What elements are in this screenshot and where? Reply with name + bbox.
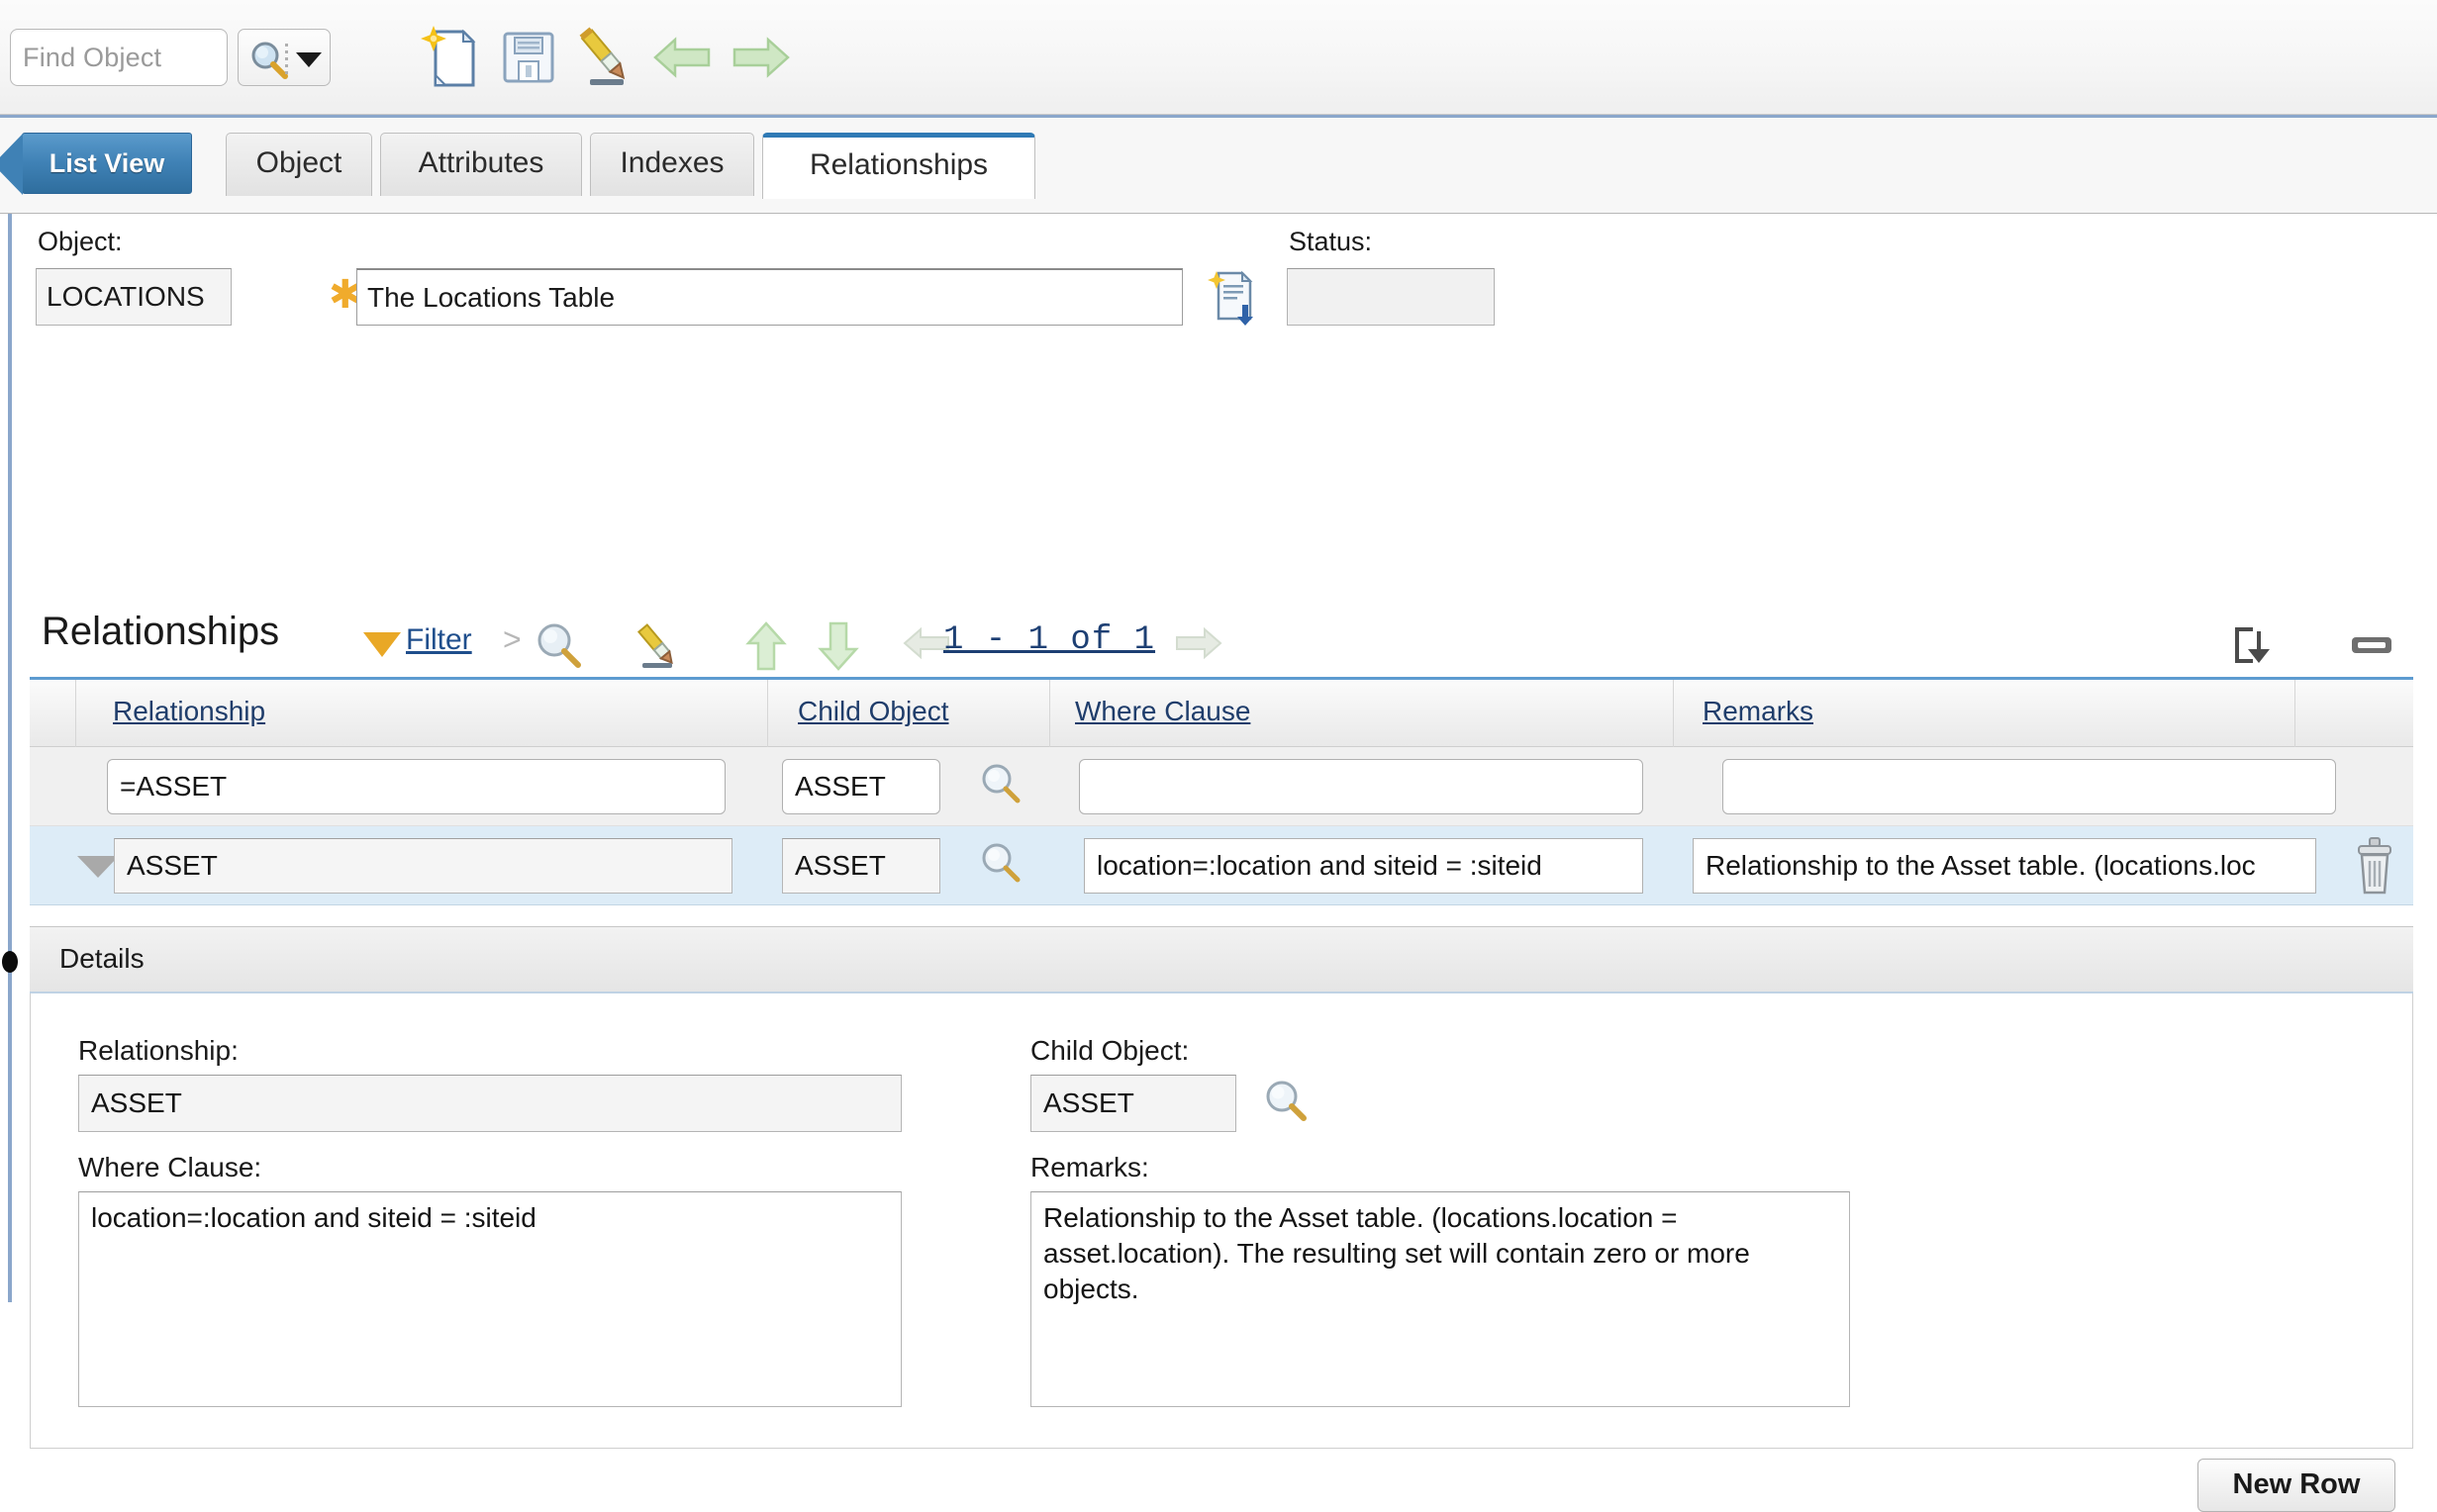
row-relationship-field[interactable]: ASSET xyxy=(114,838,732,894)
search-icon xyxy=(246,38,290,81)
object-id-field[interactable]: LOCATIONS xyxy=(36,268,232,326)
top-toolbar: Find Object xyxy=(0,0,2437,115)
details-where-clause-textarea[interactable]: location=:location and siteid = :siteid xyxy=(78,1191,902,1407)
section-marker-icon xyxy=(2,951,18,973)
previous-record-icon[interactable] xyxy=(647,22,719,93)
details-where-clause-label: Where Clause: xyxy=(78,1152,261,1183)
details-panel: Relationship: ASSET Child Object: ASSET … xyxy=(30,993,2413,1449)
table-row[interactable]: ASSET ASSET location=:location and sitei… xyxy=(30,826,2413,905)
move-up-icon[interactable] xyxy=(737,617,795,675)
row-remarks-field[interactable]: Relationship to the Asset table. (locati… xyxy=(1693,838,2316,894)
move-down-icon[interactable] xyxy=(810,617,867,675)
table-search-icon[interactable] xyxy=(530,617,587,675)
relationships-section-header: Relationships Filter > xyxy=(0,600,2437,677)
separator-dots-icon xyxy=(285,44,288,73)
filter-relationship-input[interactable]: =ASSET xyxy=(107,759,726,814)
filter-icon[interactable] xyxy=(363,632,401,657)
chevron-down-icon[interactable] xyxy=(296,52,322,67)
object-description-input[interactable]: The Locations Table xyxy=(356,268,1183,326)
column-header-where-clause[interactable]: Where Clause xyxy=(1075,696,1250,727)
filter-expand-icon[interactable]: > xyxy=(503,621,522,658)
filter-where-clause-input[interactable] xyxy=(1079,759,1643,814)
section-title: Relationships xyxy=(42,610,279,654)
details-relationship-field[interactable]: ASSET xyxy=(78,1075,902,1132)
table-filter-row: =ASSET ASSET xyxy=(30,747,2413,826)
details-child-object-field[interactable]: ASSET xyxy=(1030,1075,1236,1132)
column-header-relationship[interactable]: Relationship xyxy=(113,696,265,727)
column-header-remarks[interactable]: Remarks xyxy=(1703,696,1813,727)
filter-child-object-input[interactable]: ASSET xyxy=(782,759,940,814)
clear-changes-icon[interactable] xyxy=(570,22,641,93)
tab-indexes[interactable]: Indexes xyxy=(590,133,754,196)
tab-object[interactable]: Object xyxy=(226,133,372,196)
row-child-object-field[interactable]: ASSET xyxy=(782,838,940,894)
pagination-label: 1 - 1 of 1 xyxy=(943,621,1155,659)
row-child-object-lookup-icon[interactable] xyxy=(975,838,1026,890)
page-body: Object: LOCATIONS ✱ The Locations Table … xyxy=(0,214,2437,1320)
new-record-icon[interactable] xyxy=(416,22,487,93)
list-view-button[interactable]: List View xyxy=(22,133,192,194)
next-record-icon[interactable] xyxy=(725,22,796,93)
new-row-button[interactable]: New Row xyxy=(2197,1459,2395,1512)
details-remarks-label: Remarks: xyxy=(1030,1152,1149,1183)
column-header-child-object[interactable]: Child Object xyxy=(798,696,949,727)
filter-remarks-input[interactable] xyxy=(1722,759,2336,814)
tab-strip: List View Object Attributes Indexes Rela… xyxy=(0,115,2437,214)
details-title: Details xyxy=(59,943,145,975)
table-clear-changes-icon[interactable] xyxy=(629,617,686,675)
table-header-row: Relationship Child Object Where Clause R… xyxy=(30,680,2413,747)
status-field xyxy=(1287,268,1495,326)
minimize-table-icon[interactable] xyxy=(2344,617,2399,675)
find-object-placeholder: Find Object xyxy=(23,43,161,73)
next-page-icon[interactable] xyxy=(1173,617,1224,675)
left-accent-bar xyxy=(8,214,12,1302)
search-button[interactable] xyxy=(238,29,331,86)
details-child-object-label: Child Object: xyxy=(1030,1035,1189,1067)
filter-link[interactable]: Filter xyxy=(406,623,472,657)
details-child-object-lookup-icon[interactable] xyxy=(1258,1075,1314,1130)
filter-child-object-lookup-icon[interactable] xyxy=(975,759,1026,810)
status-label: Status: xyxy=(1289,227,1372,257)
tab-relationships[interactable]: Relationships xyxy=(762,133,1035,199)
delete-row-icon[interactable] xyxy=(2346,836,2403,898)
tab-attributes[interactable]: Attributes xyxy=(380,133,582,196)
object-label: Object: xyxy=(38,227,123,257)
row-expand-caret-icon[interactable] xyxy=(77,856,119,878)
long-description-icon[interactable] xyxy=(1203,265,1264,327)
download-table-icon[interactable] xyxy=(2227,617,2283,675)
details-remarks-textarea[interactable]: Relationship to the Asset table. (locati… xyxy=(1030,1191,1850,1407)
details-relationship-label: Relationship: xyxy=(78,1035,239,1067)
save-icon[interactable] xyxy=(493,22,564,93)
relationships-table: Relationship Child Object Where Clause R… xyxy=(30,677,2413,905)
row-where-clause-field[interactable]: location=:location and siteid = :siteid xyxy=(1084,838,1643,894)
find-object-input[interactable]: Find Object xyxy=(10,29,228,86)
details-header: Details xyxy=(30,926,2413,993)
